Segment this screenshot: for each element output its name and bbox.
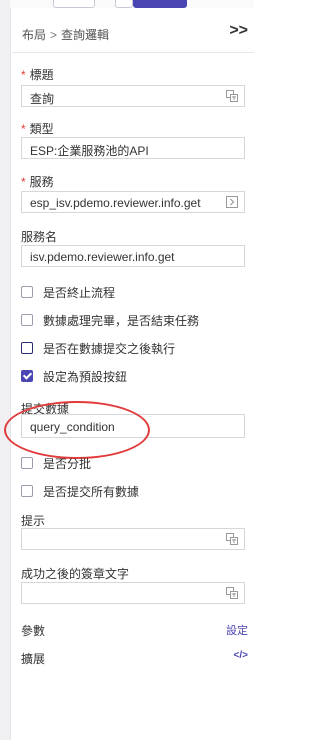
- service-name-input[interactable]: isv.pdemo.reviewer.info.get: [21, 245, 245, 267]
- default-button-checkbox[interactable]: [21, 370, 33, 382]
- success-sign-label-text: 成功之後的簽章文字: [21, 567, 130, 581]
- execute-after-submit-checkbox[interactable]: [21, 342, 33, 354]
- submit-data-value: query_condition: [30, 420, 115, 434]
- type-select[interactable]: ESP:企業服務池的API: [21, 137, 245, 159]
- left-panel-strip: [0, 0, 11, 740]
- required-marker: *: [21, 68, 26, 82]
- top-tab-active[interactable]: [133, 0, 187, 8]
- title-input[interactable]: 查詢: [21, 85, 245, 107]
- panel-header: 布局 > 查詢邏輯 >>: [10, 14, 254, 53]
- required-marker: *: [21, 175, 26, 189]
- hint-label: 提示: [21, 512, 45, 529]
- end-task-checkbox[interactable]: [21, 314, 33, 326]
- breadcrumb-current: 查詢邏輯: [61, 28, 110, 42]
- required-marker: *: [21, 122, 26, 136]
- translate-icon[interactable]: [226, 533, 238, 545]
- extension-label: 擴展: [21, 650, 45, 667]
- breadcrumb: 布局 > 查詢邏輯: [22, 26, 109, 43]
- code-icon[interactable]: </>: [234, 650, 248, 661]
- params-label: 參數: [21, 622, 45, 639]
- terminate-flow-checkbox[interactable]: [21, 286, 33, 298]
- batch-checkbox[interactable]: [21, 457, 33, 469]
- select-arrow-icon[interactable]: [226, 196, 238, 208]
- type-label-text: 類型: [29, 122, 54, 136]
- type-label: * 類型: [21, 120, 54, 137]
- submit-all-label: 是否提交所有數據: [43, 485, 140, 499]
- translate-icon[interactable]: [226, 90, 238, 102]
- success-sign-label: 成功之後的簽章文字: [21, 565, 129, 582]
- hint-label-text: 提示: [21, 514, 46, 528]
- extension-label-text: 擴展: [21, 652, 46, 666]
- service-input-value: esp_isv.pdemo.reviewer.info.get: [30, 196, 201, 210]
- execute-after-submit-label: 是否在數據提交之後執行: [43, 342, 176, 356]
- params-label-text: 參數: [21, 624, 46, 638]
- service-label-text: 服務: [29, 175, 54, 189]
- type-select-value: ESP:企業服務池的API: [30, 144, 149, 158]
- breadcrumb-root[interactable]: 布局: [22, 28, 46, 42]
- service-name-label: 服務名: [21, 228, 57, 245]
- breadcrumb-separator: >: [50, 28, 58, 42]
- service-input[interactable]: esp_isv.pdemo.reviewer.info.get: [21, 191, 245, 213]
- terminate-flow-label: 是否終止流程: [43, 286, 116, 300]
- top-tab-2[interactable]: [115, 0, 133, 8]
- hint-input[interactable]: [21, 528, 245, 550]
- title-input-value: 查詢: [30, 92, 55, 106]
- top-toolbar: [10, 0, 254, 8]
- batch-label: 是否分批: [43, 457, 92, 471]
- success-sign-input[interactable]: [21, 582, 245, 604]
- service-label: * 服務: [21, 173, 54, 190]
- collapse-panel-icon[interactable]: >>: [229, 22, 248, 40]
- title-label: * 標題: [21, 66, 54, 83]
- translate-icon[interactable]: [226, 587, 238, 599]
- service-name-label-text: 服務名: [21, 230, 58, 244]
- title-label-text: 標題: [29, 68, 54, 82]
- end-task-label: 數據處理完畢，是否結束任務: [43, 314, 200, 328]
- submit-all-checkbox[interactable]: [21, 485, 33, 497]
- params-settings-link[interactable]: 設定: [226, 622, 248, 638]
- default-button-label: 設定為預設按鈕: [43, 370, 128, 384]
- top-tab-1[interactable]: [53, 0, 95, 8]
- service-name-value: isv.pdemo.reviewer.info.get: [30, 250, 175, 264]
- submit-data-input[interactable]: query_condition: [21, 414, 245, 438]
